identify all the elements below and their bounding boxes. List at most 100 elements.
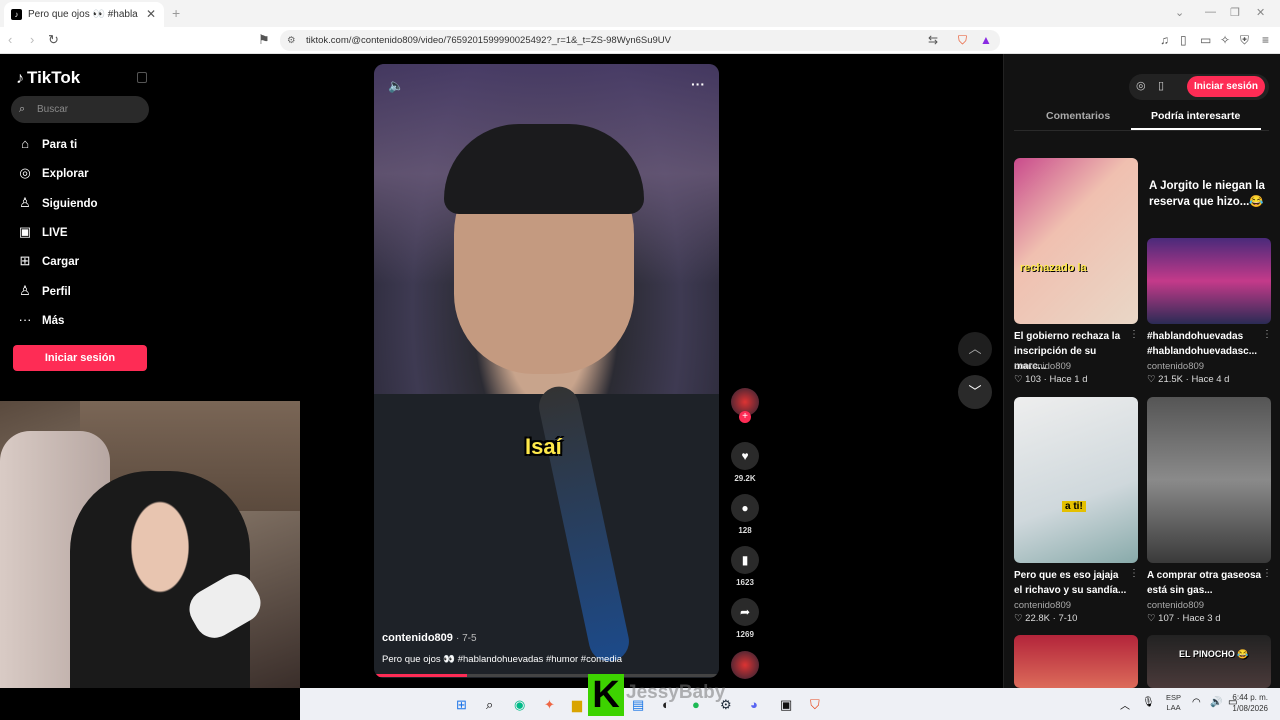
store-icon[interactable]: ▤	[632, 697, 644, 713]
bookmark-icon: ▮	[731, 546, 759, 574]
follow-plus-icon[interactable]: +	[739, 411, 751, 423]
share-icon: ➦	[731, 598, 759, 626]
windows-start-icon[interactable]: ⊞	[456, 697, 467, 713]
card-user[interactable]: contenido809	[1014, 361, 1071, 372]
forward-icon[interactable]: ›	[30, 32, 34, 47]
sidebar-item-explorar[interactable]: ◎ Explorar	[16, 162, 88, 184]
bookmark-icon[interactable]: ⚑	[258, 32, 270, 48]
tab-title: Pero que ojos 👀 #hablando	[28, 9, 138, 20]
menu-icon[interactable]: ≡	[1262, 33, 1269, 47]
steam-icon[interactable]: ⚙	[720, 697, 732, 713]
card-user[interactable]: contenido809	[1014, 600, 1071, 611]
obs-icon[interactable]: ◐	[662, 697, 670, 712]
video-thumbnail[interactable]: EL PINOCHO 😂	[1147, 635, 1271, 688]
minimize-icon[interactable]: —	[1205, 6, 1216, 18]
vpn-icon[interactable]: ⛨	[1240, 33, 1249, 48]
card-title[interactable]: #hablandohuevadas #hablandohuevadasc...	[1147, 329, 1262, 359]
sidebar-item-cargar[interactable]: ⊞ Cargar	[16, 250, 80, 272]
tiktok-favicon-icon: ♪	[11, 9, 22, 20]
mic-tray-icon[interactable]: 🎙	[1142, 697, 1155, 708]
comment-button[interactable]: ● 128	[729, 494, 761, 535]
next-video-button[interactable]: ﹀	[958, 375, 992, 409]
url-field[interactable]: ⚙ tiktok.com/@contenido809/video/7659201…	[280, 30, 1000, 51]
video-thumbnail[interactable]	[1014, 635, 1138, 688]
video-progress-bar[interactable]	[374, 674, 719, 677]
epic-games-icon[interactable]: ▣	[780, 697, 792, 713]
music-disc-icon[interactable]	[731, 651, 759, 679]
wifi-icon[interactable]: ◠	[1192, 697, 1201, 708]
maximize-icon[interactable]: ❐	[1230, 6, 1240, 19]
card-more-icon[interactable]: ⋮	[1262, 568, 1272, 579]
site-info-icon[interactable]: ⚙	[287, 30, 296, 51]
translate-icon[interactable]: ⇆	[928, 33, 938, 47]
device-icon[interactable]: ▯	[1158, 79, 1164, 92]
edge-icon[interactable]: ◉	[514, 697, 525, 713]
video-caption: Isaí	[525, 434, 562, 459]
leo-ai-icon[interactable]: ✧	[1220, 33, 1230, 47]
back-icon[interactable]: ‹	[8, 32, 12, 47]
card-title[interactable]: Pero que es eso jajaja el richavo y su s…	[1014, 568, 1129, 598]
tiktok-logo-icon: ♪	[16, 70, 24, 87]
brave-shield-icon[interactable]: ⛉	[958, 33, 967, 48]
media-icon[interactable]: ♫	[1160, 33, 1169, 47]
save-button[interactable]: ▮ 1623	[729, 546, 761, 587]
previous-video-button[interactable]: ︿	[958, 332, 992, 366]
tabs-divider	[1014, 130, 1269, 131]
sidebar-item-siguiendo[interactable]: ♙ Siguiendo	[16, 192, 97, 214]
tab-podria-interesarte[interactable]: Podría interesarte	[1151, 110, 1240, 122]
browser-tab[interactable]: ♪ Pero que ojos 👀 #hablando ✕	[4, 2, 164, 27]
reload-icon[interactable]: ↻	[48, 32, 59, 48]
copilot-icon[interactable]: ✦	[544, 697, 555, 713]
tab-close-icon[interactable]: ✕	[146, 7, 156, 21]
profile-icon: ♙	[19, 283, 31, 298]
clock[interactable]: 6:44 p. m. 1/08/2026	[1232, 692, 1268, 714]
video-player[interactable]: Isaí 🔈 ··· contenido809 · 7-5 Pero que o…	[374, 64, 719, 678]
video-thumbnail[interactable]	[1147, 397, 1271, 563]
sidebar-item-perfil[interactable]: ♙ Perfil	[16, 280, 71, 302]
address-bar-row: ‹ › ↻ ⚑ ⚙ tiktok.com/@contenido809/video…	[0, 27, 1280, 54]
discord-icon[interactable]: ◕	[750, 697, 758, 712]
collapse-sidebar-icon[interactable]	[137, 72, 147, 83]
featured-video-title[interactable]: A Jorgito le niegan la reserva que hizo.…	[1149, 178, 1274, 210]
video-more-icon[interactable]: ···	[691, 76, 705, 92]
new-tab-button[interactable]: +	[172, 5, 180, 21]
share-button[interactable]: ➦ 1269	[729, 598, 761, 639]
brave-rewards-icon[interactable]: ▲	[980, 33, 992, 47]
video-author[interactable]: contenido809 · 7-5	[382, 632, 477, 644]
language-indicator[interactable]: ESP LAA	[1166, 693, 1181, 713]
tiktok-logo[interactable]: ♪ TikTok	[16, 68, 80, 88]
like-button[interactable]: ♥ 29.2K	[729, 442, 761, 483]
card-user[interactable]: contenido809	[1147, 600, 1204, 611]
sidebar-item-para-ti[interactable]: ⌂ Para ti	[16, 133, 77, 155]
card-more-icon[interactable]: ⋮	[1129, 329, 1139, 340]
compass-icon: ◎	[19, 165, 31, 180]
card-more-icon[interactable]: ⋮	[1262, 329, 1272, 340]
card-title[interactable]: A comprar otra gaseosa está sin gas...	[1147, 568, 1262, 598]
chevron-down-icon[interactable]: ⌄	[1175, 6, 1184, 19]
login-button[interactable]: Iniciar sesión	[13, 345, 147, 371]
card-meta: ♡ 107 · Hace 3 d	[1147, 613, 1221, 624]
volume-icon[interactable]: 🔈	[388, 78, 404, 94]
volume-icon[interactable]: 🔊	[1210, 697, 1222, 708]
search-icon[interactable]: ⌕	[486, 697, 493, 713]
sidebar-toggle-icon[interactable]: ▯	[1180, 33, 1187, 47]
header-login-button[interactable]: Iniciar sesión	[1187, 76, 1265, 97]
close-window-icon[interactable]: ✕	[1256, 6, 1265, 19]
video-thumbnail[interactable]: rechazado la	[1014, 158, 1138, 324]
video-thumbnail[interactable]: a ti!	[1014, 397, 1138, 563]
file-explorer-icon[interactable]: ▆	[572, 697, 582, 713]
coin-icon[interactable]: ◎	[1136, 79, 1146, 92]
search-input[interactable]: ⌕ Buscar	[11, 96, 149, 123]
wallet-icon[interactable]: ▭	[1200, 33, 1211, 47]
heart-icon: ♡	[1147, 374, 1159, 385]
tab-comentarios[interactable]: Comentarios	[1046, 110, 1110, 122]
sidebar-item-mas[interactable]: ··· Más	[16, 309, 65, 331]
card-user[interactable]: contenido809	[1147, 361, 1204, 372]
brave-icon[interactable]: ⛉	[810, 697, 820, 713]
spotify-icon[interactable]: ●	[692, 697, 700, 712]
kick-logo-icon: K	[588, 674, 624, 716]
tray-chevron-icon[interactable]: ︿	[1120, 697, 1130, 712]
sidebar-item-live[interactable]: ▣ LIVE	[16, 221, 68, 243]
video-thumbnail[interactable]	[1147, 238, 1271, 324]
card-more-icon[interactable]: ⋮	[1129, 568, 1139, 579]
